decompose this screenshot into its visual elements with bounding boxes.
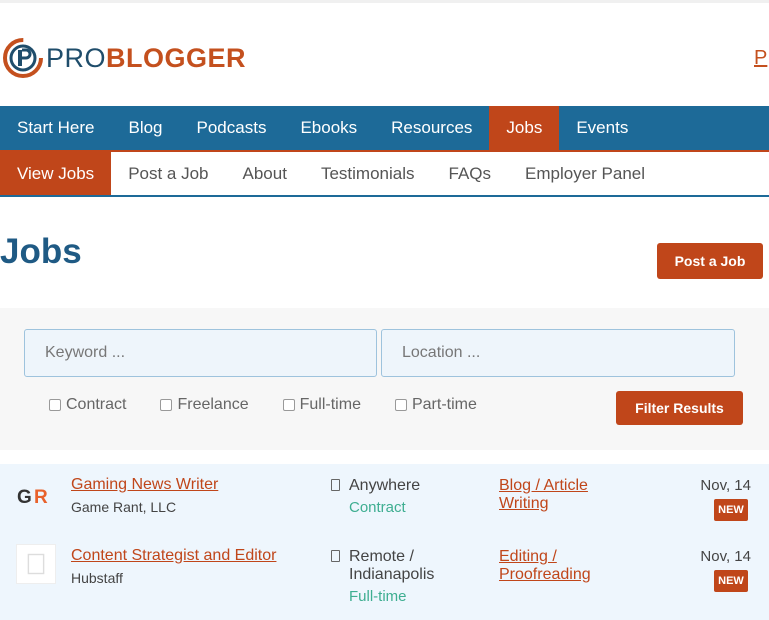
job-date: Nov, 14 — [700, 548, 751, 565]
nav-item-resources[interactable]: Resources — [374, 106, 489, 150]
full-time-checkbox-label: Full-time — [299, 396, 361, 413]
checkbox-box-icon[interactable] — [394, 399, 407, 411]
problogger-logo[interactable]: PROBLOGGER — [2, 37, 246, 79]
contract-checkbox[interactable]: Contract — [49, 396, 126, 414]
job-filter-panel: Keyword ... Location ... Contract Freela… — [0, 308, 769, 450]
header-partial-link[interactable]: P — [754, 47, 767, 70]
nav-item-blog[interactable]: Blog — [111, 106, 179, 150]
post-job-button[interactable]: Post a Job — [657, 243, 763, 279]
nav-item-podcasts[interactable]: Podcasts — [180, 106, 284, 150]
job-location: Remote / Indianapolis — [349, 548, 435, 583]
contract-checkbox-label: Contract — [66, 396, 127, 413]
job-title-link[interactable]: Content Strategist and Editor — [71, 547, 276, 565]
job-location: Anywhere — [349, 477, 421, 494]
freelance-checkbox-label: Freelance — [177, 396, 249, 413]
main-nav: Start Here Blog Podcasts Ebooks Resource… — [0, 106, 769, 150]
job-category-link[interactable]: Editing / Proofreading — [499, 548, 629, 584]
logo-wordmark: PROBLOGGER — [46, 42, 247, 73]
subnav-item-view-jobs[interactable]: View Jobs — [0, 152, 112, 195]
game-rant-logo-icon: G R — [17, 487, 48, 508]
subnav-item-faqs[interactable]: FAQs — [432, 152, 509, 195]
logo-pro-text: PRO — [46, 42, 107, 73]
new-badge: NEW — [714, 499, 748, 521]
svg-text:G: G — [17, 487, 32, 508]
checkbox-box-icon[interactable] — [282, 399, 295, 411]
site-header: PROBLOGGER P — [0, 0, 769, 106]
part-time-checkbox-label: Part-time — [411, 396, 477, 413]
subnav-item-testimonials[interactable]: Testimonials — [304, 152, 432, 195]
subnav-item-about[interactable]: About — [226, 152, 304, 195]
job-listing-row[interactable]: G R Gaming News Writer Game Rant, LLC An… — [0, 464, 769, 534]
nav-item-ebooks[interactable]: Ebooks — [283, 106, 374, 150]
location-pin-icon — [331, 550, 340, 562]
nav-item-start-here[interactable]: Start Here — [0, 106, 111, 150]
job-category-link[interactable]: Blog / Article Writing — [499, 477, 629, 513]
filter-results-button[interactable]: Filter Results — [616, 391, 743, 425]
nav-item-jobs[interactable]: Jobs — [489, 106, 560, 150]
location-input[interactable]: Location ... — [381, 329, 735, 377]
freelance-checkbox[interactable]: Freelance — [160, 396, 249, 414]
svg-text:R: R — [34, 487, 48, 508]
keyword-input[interactable]: Keyword ... — [24, 329, 377, 377]
logo-blogger-text: BLOGGER — [106, 42, 247, 73]
job-type: Contract — [349, 499, 406, 516]
subnav-item-post-a-job[interactable]: Post a Job — [111, 152, 225, 195]
location-pin-icon — [331, 479, 340, 491]
part-time-checkbox[interactable]: Part-time — [394, 396, 477, 414]
page-title: Jobs — [0, 232, 82, 271]
logo-mark-icon — [3, 38, 43, 78]
checkbox-box-icon[interactable] — [49, 399, 61, 411]
new-badge: NEW — [714, 570, 748, 592]
job-type-checkboxes: Contract Freelance Full-time Part-time — [49, 396, 511, 414]
job-listing-row[interactable]: Content Strategist and Editor Hubstaff R… — [0, 534, 769, 620]
job-title-link[interactable]: Gaming News Writer — [71, 476, 218, 494]
jobs-sub-nav: View Jobs Post a Job About Testimonials … — [0, 150, 769, 197]
nav-item-events[interactable]: Events — [559, 106, 645, 150]
job-type: Full-time — [349, 588, 407, 605]
hubstaff-logo-icon — [16, 544, 56, 584]
job-company: Game Rant, LLC — [71, 499, 177, 515]
job-company: Hubstaff — [71, 570, 123, 586]
job-date: Nov, 14 — [700, 477, 751, 494]
checkbox-box-icon[interactable] — [160, 399, 173, 411]
full-time-checkbox[interactable]: Full-time — [282, 396, 361, 414]
subnav-item-employer-panel[interactable]: Employer Panel — [508, 152, 662, 195]
